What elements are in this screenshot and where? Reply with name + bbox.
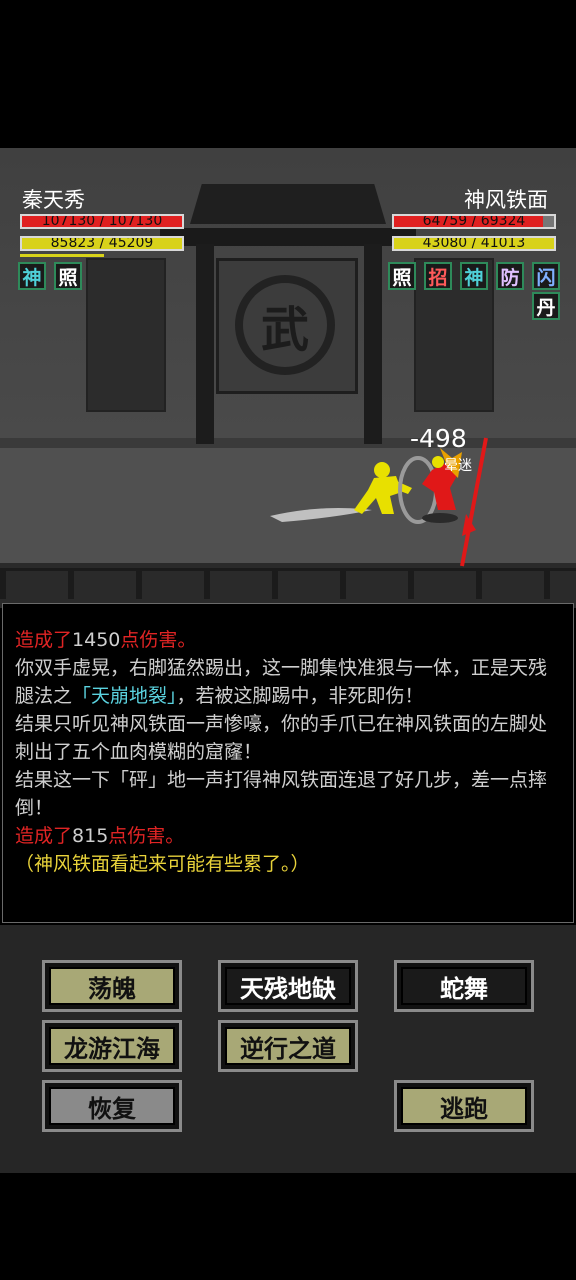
martial-plaque: 武: [216, 258, 358, 394]
status-icon-照: 照: [388, 262, 416, 290]
player-inner-bar: 85823 / 45209: [20, 236, 184, 251]
log-paragraph-1: 你双手虚晃，右脚猛然踢出，这一脚集快准狠与一体，正是天残腿法之「天崩地裂」，若被…: [15, 654, 561, 710]
combat-log: 造成了1450点伤害。 你双手虚晃，右脚猛然踢出，这一脚集快准狠与一体，正是天残…: [2, 603, 574, 923]
log-paragraph-3: 结果这一下「砰」地一声打得神风铁面连退了好几步，差一点摔倒！: [15, 769, 548, 819]
player-name: 秦天秀: [22, 188, 85, 212]
enemy-inner-text: 43080 / 41013: [422, 236, 526, 251]
log-damage-line-2: 造成了815点伤害。: [15, 822, 561, 850]
status-icon-招: 招: [424, 262, 452, 290]
recover-button-label: 恢复: [49, 1087, 175, 1125]
skill-button-dangpo[interactable]: 荡魄: [42, 960, 182, 1012]
gate-pillar-right: [364, 244, 382, 444]
log-skill-name: 「天崩地裂」: [72, 685, 177, 707]
player-energy-line: [20, 254, 104, 257]
action-panel: 荡魄 天残地缺 蛇舞 龙游江海 逆行之道 恢复 逃跑: [0, 925, 576, 1173]
courtyard-railing: [0, 568, 576, 599]
log-status-line: （神风铁面看起来可能有些累了。）: [15, 853, 310, 875]
skill-button-shewu[interactable]: 蛇舞: [394, 960, 534, 1012]
player-inner-text: 85823 / 45209: [50, 236, 154, 251]
status-icon-照: 照: [54, 262, 82, 290]
log-text: ，若被这脚踢中，非死即伤！: [176, 685, 424, 707]
gate-roof: [190, 184, 386, 224]
escape-button-label: 逃跑: [401, 1087, 527, 1125]
player-hp-text: 107130 / 107130: [41, 214, 163, 229]
gate-pillar-left: [196, 244, 214, 444]
banner-left: [86, 258, 166, 412]
skill-button-label: 荡魄: [49, 967, 175, 1005]
skill-button-nixingzhidao[interactable]: 逆行之道: [218, 1020, 358, 1072]
log-damage-prefix: 造成了: [15, 825, 73, 847]
log-damage-value: 1450: [72, 629, 121, 651]
log-paragraph-2: 结果只听见神风铁面一声惨嚎，你的手爪已在神风铁面的左脚处刺出了五个血肉模糊的窟窿…: [15, 713, 548, 763]
status-icon-防: 防: [496, 262, 524, 290]
enemy-state-label: 晕迷: [444, 458, 472, 474]
status-icon-丹: 丹: [532, 292, 560, 320]
enemy-hp-bar: 64759 / 69324: [392, 214, 556, 229]
player-hp-bar: 107130 / 107130: [20, 214, 184, 229]
skill-button-longyoujianghai[interactable]: 龙游江海: [42, 1020, 182, 1072]
skill-button-label: 蛇舞: [401, 967, 527, 1005]
log-damage-suffix: 点伤害。: [108, 825, 185, 847]
skill-button-label: 天残地缺: [225, 967, 351, 1005]
enemy-name: 神风铁面: [464, 188, 548, 212]
status-icon-闪: 闪: [532, 262, 560, 290]
skill-button-label: 龙游江海: [49, 1027, 175, 1065]
plaque-emblem: 武: [235, 275, 335, 375]
enemy-hp-text: 64759 / 69324: [422, 214, 526, 229]
log-damage-prefix: 造成了: [15, 629, 73, 651]
enemy-shadow: [422, 513, 458, 523]
enemy-inner-bar: 43080 / 41013: [392, 236, 556, 251]
log-damage-value: 815: [72, 825, 109, 847]
status-icon-神: 神: [18, 262, 46, 290]
recover-button[interactable]: 恢复: [42, 1080, 182, 1132]
log-damage-line-1: 造成了1450点伤害。: [15, 626, 561, 654]
status-icon-神: 神: [460, 262, 488, 290]
log-damage-suffix: 点伤害。: [120, 629, 197, 651]
damage-popup: -498: [410, 424, 467, 453]
skill-button-tiancandique[interactable]: 天残地缺: [218, 960, 358, 1012]
escape-button[interactable]: 逃跑: [394, 1080, 534, 1132]
skill-button-label: 逆行之道: [225, 1027, 351, 1065]
